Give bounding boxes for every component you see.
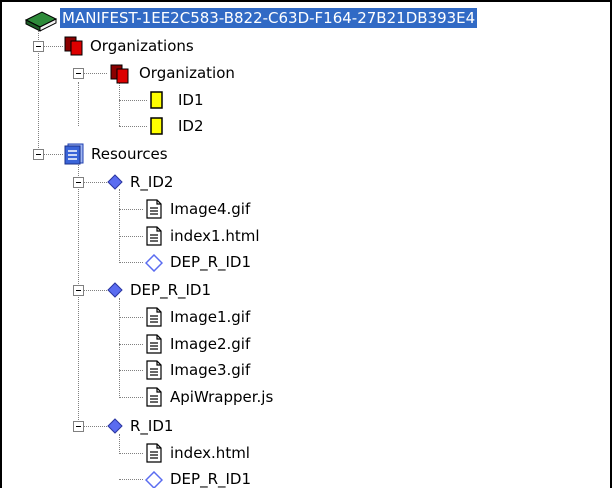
resource-icon — [107, 174, 123, 190]
tree-connector — [119, 434, 120, 454]
file-node[interactable]: Image3.gif — [168, 360, 252, 380]
r-id1-collapse-toggle[interactable] — [73, 421, 84, 432]
file-icon — [145, 307, 163, 327]
dependency-icon — [144, 470, 164, 488]
resources-icon — [63, 143, 85, 165]
organization-collapse-toggle[interactable] — [73, 68, 84, 79]
tree-connector — [83, 73, 107, 74]
item-icon — [149, 90, 165, 110]
tree-connector — [119, 100, 147, 101]
resources-collapse-toggle[interactable] — [33, 149, 44, 160]
r-id2-collapse-toggle[interactable] — [73, 177, 84, 188]
resource-icon — [107, 418, 123, 434]
resource-dep-r-id1-node[interactable]: DEP_R_ID1 — [128, 280, 213, 300]
item-icon — [149, 116, 165, 136]
tree-connector — [119, 209, 143, 210]
tree-connector — [83, 290, 107, 291]
tree-connector — [119, 479, 143, 480]
item-id2-node[interactable]: ID2 — [176, 116, 206, 136]
panel-border-top — [0, 0, 612, 2]
organization-icon — [109, 63, 131, 85]
file-icon — [145, 443, 163, 463]
file-icon — [145, 360, 163, 380]
tree-connector — [43, 154, 63, 155]
resource-r-id2-node[interactable]: R_ID2 — [128, 172, 175, 192]
resource-r-id1-node[interactable]: R_ID1 — [128, 416, 175, 436]
tree-connector — [119, 126, 147, 127]
manifest-root-node[interactable]: MANIFEST-1EE2C583-B822-C63D-F164-27B21DB… — [60, 8, 478, 28]
file-node[interactable]: Image1.gif — [168, 307, 252, 327]
tree-connector — [119, 317, 143, 318]
resource-icon — [107, 282, 123, 298]
tree-connector — [119, 236, 143, 237]
tree-connector — [119, 82, 120, 126]
manifest-tree[interactable]: MANIFEST-1EE2C583-B822-C63D-F164-27B21DB… — [0, 0, 612, 488]
tree-connector — [119, 298, 120, 398]
tree-connector — [119, 262, 143, 263]
file-node[interactable]: Image2.gif — [168, 334, 252, 354]
panel-border-left — [0, 0, 2, 488]
dep-r-id1-collapse-toggle[interactable] — [73, 285, 84, 296]
tree-connector — [43, 46, 63, 47]
tree-connector — [119, 189, 120, 261]
tree-connector — [119, 453, 143, 454]
dependency-icon — [144, 253, 164, 273]
file-icon — [145, 199, 163, 219]
resources-node[interactable]: Resources — [89, 144, 170, 164]
tree-connector — [119, 370, 143, 371]
organization-node[interactable]: Organization — [137, 63, 237, 83]
organizations-collapse-toggle[interactable] — [33, 41, 44, 52]
tree-connector — [119, 397, 143, 398]
file-node[interactable]: index1.html — [168, 226, 262, 246]
file-icon — [145, 387, 163, 407]
file-icon — [145, 226, 163, 246]
tree-connector — [119, 344, 143, 345]
dependency-node[interactable]: DEP_R_ID1 — [168, 469, 253, 488]
book-icon — [24, 8, 58, 32]
file-node[interactable]: index.html — [168, 443, 252, 463]
tree-connector — [83, 182, 107, 183]
item-id1-node[interactable]: ID1 — [176, 90, 206, 110]
file-node[interactable]: Image4.gif — [168, 199, 252, 219]
tree-connector — [78, 82, 79, 126]
dependency-node[interactable]: DEP_R_ID1 — [168, 252, 253, 272]
tree-connector — [83, 426, 107, 427]
organizations-icon — [64, 36, 84, 56]
file-node[interactable]: ApiWrapper.js — [168, 387, 275, 407]
organizations-node[interactable]: Organizations — [88, 36, 196, 56]
file-icon — [145, 334, 163, 354]
